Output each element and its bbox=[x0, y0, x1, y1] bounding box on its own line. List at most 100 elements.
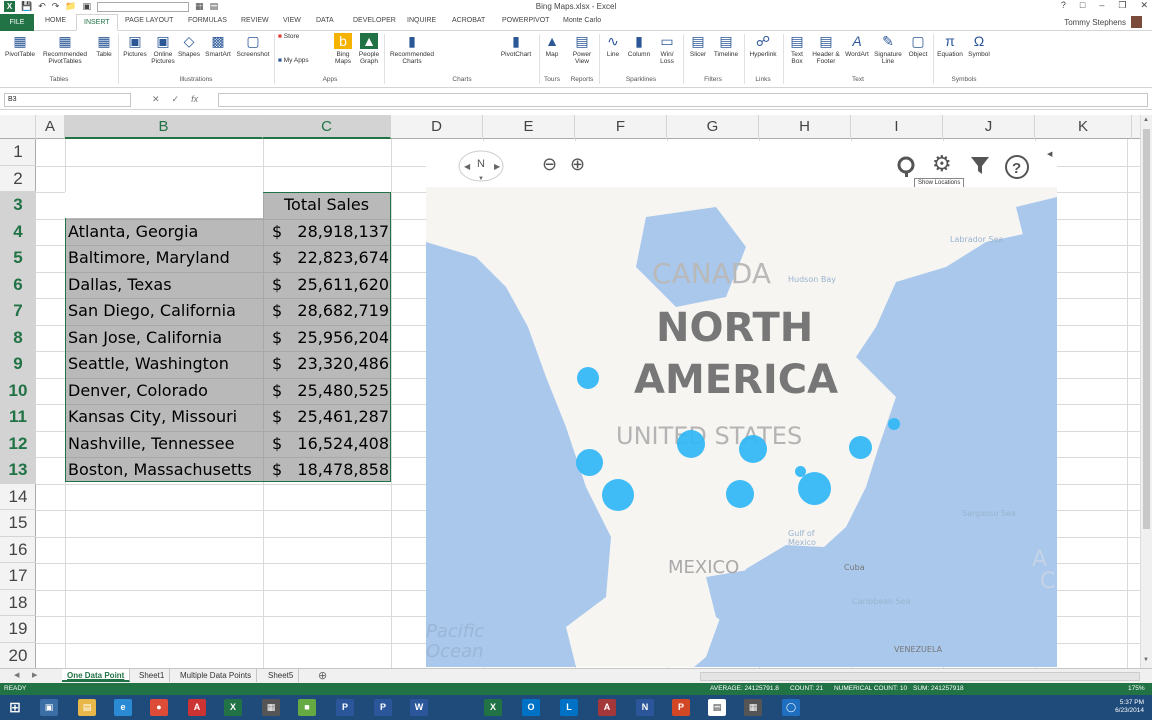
excel-active-icon[interactable]: X bbox=[484, 699, 502, 716]
row-header[interactable]: 20 bbox=[0, 643, 36, 669]
signature-line-button[interactable]: ✎ Signature Line bbox=[871, 33, 905, 65]
horizontal-scrollbar[interactable] bbox=[700, 672, 1140, 681]
row-header[interactable]: 5 bbox=[0, 245, 36, 272]
object-button[interactable]: ▢ Object bbox=[905, 33, 931, 58]
store-button[interactable]: ■ Store bbox=[278, 33, 308, 40]
hyperlink-button[interactable]: ☍ Hyperlink bbox=[746, 33, 780, 58]
scroll-down-icon[interactable]: ▼ bbox=[1143, 657, 1149, 663]
location-bubble-boston[interactable] bbox=[888, 418, 900, 430]
tab-data[interactable]: DATA bbox=[316, 17, 334, 24]
excel-icon[interactable]: X bbox=[224, 699, 242, 716]
tab-developer[interactable]: DEVELOPER bbox=[353, 17, 396, 24]
row-header[interactable]: 17 bbox=[0, 563, 36, 590]
online-pictures-button[interactable]: ▣ Online Pictures bbox=[150, 33, 176, 65]
tab-inquire[interactable]: INQUIRE bbox=[407, 17, 436, 24]
column-header-h[interactable]: H bbox=[759, 115, 851, 139]
column-header-j[interactable]: J bbox=[943, 115, 1035, 139]
row-header[interactable]: 13 bbox=[0, 457, 36, 484]
app-icon[interactable]: ◯ bbox=[782, 699, 800, 716]
shapes-button[interactable]: ◇ Shapes bbox=[176, 33, 202, 58]
row-header[interactable]: 16 bbox=[0, 537, 36, 563]
city-cell[interactable]: Boston, Massachusetts bbox=[68, 457, 252, 484]
row-header[interactable]: 18 bbox=[0, 590, 36, 616]
row-header[interactable]: 19 bbox=[0, 616, 36, 643]
chrome-icon[interactable]: ● bbox=[150, 699, 168, 716]
add-sheet-icon[interactable]: ⊕ bbox=[318, 669, 327, 682]
slicer-button[interactable]: ▤ Slicer bbox=[685, 33, 711, 58]
tab-formulas[interactable]: FORMULAS bbox=[188, 17, 227, 24]
settings-gear-icon[interactable]: ⚙ bbox=[932, 151, 952, 177]
row-header[interactable]: 2 bbox=[0, 166, 36, 192]
header-total-sales[interactable]: Total Sales bbox=[284, 192, 369, 219]
sparkline-column-button[interactable]: ▮ Column bbox=[625, 33, 653, 58]
row-header[interactable]: 11 bbox=[0, 404, 36, 431]
vertical-scrollbar[interactable]: ▲ ▼ bbox=[1140, 115, 1152, 668]
app-icon[interactable]: ■ bbox=[298, 699, 316, 716]
text-box-button[interactable]: ▤ Text Box bbox=[785, 33, 809, 65]
notepad-icon[interactable]: ▤ bbox=[708, 699, 726, 716]
recommended-charts-button[interactable]: ▮ Recommended Charts bbox=[386, 33, 438, 65]
location-bubble-atlanta[interactable] bbox=[798, 472, 831, 505]
equation-button[interactable]: π Equation bbox=[935, 33, 965, 58]
windows-start-icon[interactable]: ⊞ bbox=[6, 699, 24, 716]
row-header[interactable]: 14 bbox=[0, 484, 36, 510]
wordart-button[interactable]: A WordArt bbox=[843, 33, 871, 58]
tab-powerpivot[interactable]: POWERPIVOT bbox=[502, 17, 549, 24]
restore-button[interactable]: ❒ bbox=[1118, 0, 1126, 11]
scroll-up-icon[interactable]: ▲ bbox=[1143, 117, 1149, 123]
column-header-c[interactable]: C bbox=[263, 115, 391, 139]
show-locations-icon[interactable] bbox=[896, 155, 918, 179]
app-icon[interactable]: N bbox=[636, 699, 654, 716]
row-header[interactable]: 15 bbox=[0, 510, 36, 537]
sales-cell[interactable]: $28,682,719 bbox=[272, 298, 389, 325]
enter-icon[interactable]: ✓ bbox=[172, 94, 180, 105]
column-header-b[interactable]: B bbox=[65, 115, 263, 139]
table-button[interactable]: ▦ Table bbox=[92, 33, 116, 58]
prev-sheet-icon[interactable]: ◀ bbox=[14, 671, 19, 679]
sparkline-line-button[interactable]: ∿ Line bbox=[601, 33, 625, 58]
location-bubble-baltimore[interactable] bbox=[849, 436, 872, 459]
tab-file[interactable]: FILE bbox=[0, 14, 34, 31]
minimize-button[interactable]: – bbox=[1099, 0, 1104, 11]
power-view-button[interactable]: ▤ Power View bbox=[566, 33, 598, 65]
city-cell[interactable]: Atlanta, Georgia bbox=[68, 219, 198, 246]
sales-cell[interactable]: $22,823,674 bbox=[272, 245, 389, 272]
cancel-icon[interactable]: ✕ bbox=[152, 94, 160, 105]
access-icon[interactable]: A bbox=[598, 699, 616, 716]
tab-view[interactable]: VIEW bbox=[283, 17, 301, 24]
zoom-in-icon[interactable]: ⊕ bbox=[570, 154, 585, 175]
bing-maps-button[interactable]: b Bing Maps bbox=[330, 33, 356, 65]
pictures-button[interactable]: ▣ Pictures bbox=[120, 33, 150, 58]
sheet-tab-one-data-point[interactable]: One Data Point bbox=[62, 669, 131, 682]
sales-cell[interactable]: $16,524,408 bbox=[272, 431, 389, 458]
row-header[interactable]: 10 bbox=[0, 377, 36, 404]
ie-icon[interactable]: e bbox=[114, 699, 132, 716]
pivotchart-button[interactable]: ▮ PivotChart bbox=[494, 33, 538, 58]
close-button[interactable]: ✕ bbox=[1140, 0, 1148, 11]
filter-icon[interactable] bbox=[970, 155, 990, 177]
project-icon[interactable]: P bbox=[374, 699, 392, 716]
name-box[interactable]: B3 bbox=[4, 93, 131, 107]
city-cell[interactable]: Seattle, Washington bbox=[68, 351, 229, 378]
word-icon[interactable]: W bbox=[410, 699, 428, 716]
location-bubble-san-diego[interactable] bbox=[602, 479, 634, 511]
select-all-corner[interactable] bbox=[0, 115, 36, 139]
location-bubble-san-jose[interactable] bbox=[576, 449, 603, 476]
sheet-tab-multiple-data-points[interactable]: Multiple Data Points bbox=[175, 669, 258, 682]
city-cell[interactable]: San Jose, California bbox=[68, 325, 222, 352]
sparkline-winloss-button[interactable]: ▭ Win/ Loss bbox=[653, 33, 681, 65]
tab-acrobat[interactable]: ACROBAT bbox=[452, 17, 485, 24]
lync-icon[interactable]: L bbox=[560, 699, 578, 716]
recommended-pivottables-button[interactable]: ▦ Recommended PivotTables bbox=[38, 33, 92, 65]
explorer-icon[interactable]: ▤ bbox=[78, 699, 96, 716]
screenshot-button[interactable]: ▢ Screenshot bbox=[234, 33, 272, 58]
help-button[interactable]: ? bbox=[1061, 0, 1066, 11]
row-header[interactable]: 4 bbox=[0, 218, 36, 245]
active-cell-b3[interactable] bbox=[65, 192, 263, 218]
help-icon[interactable]: ? bbox=[1004, 154, 1030, 180]
user-account[interactable]: Tommy Stephens bbox=[1064, 16, 1142, 28]
fx-icon[interactable]: fx bbox=[191, 94, 198, 105]
outlook-icon[interactable]: O bbox=[522, 699, 540, 716]
row-header[interactable]: 12 bbox=[0, 430, 36, 457]
city-cell[interactable]: Kansas City, Missouri bbox=[68, 404, 237, 431]
